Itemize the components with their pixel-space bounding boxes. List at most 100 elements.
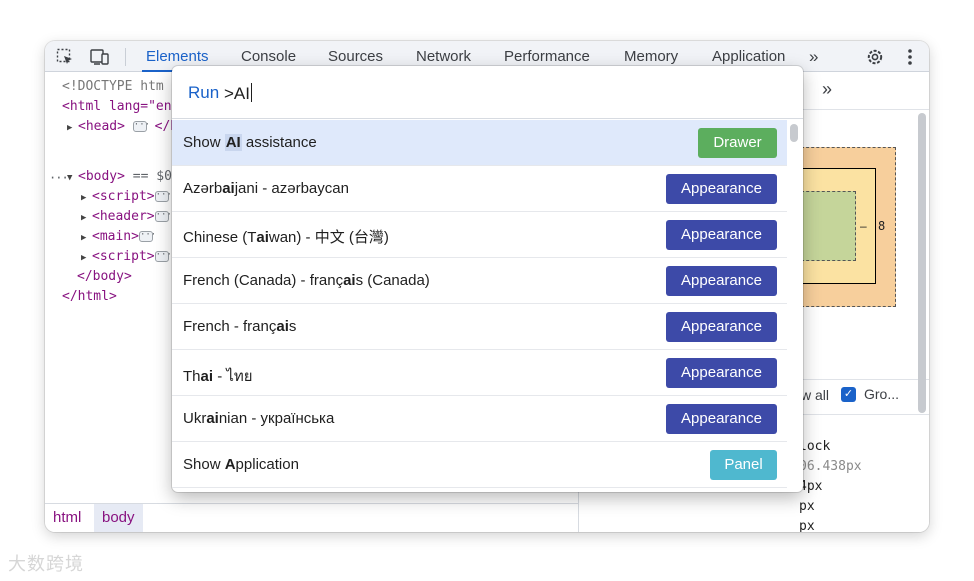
command-item-text: s (Canada) <box>355 272 430 289</box>
command-item-label: Thai - ไทย <box>183 364 253 388</box>
command-item-text: assistance <box>241 134 317 151</box>
command-category-badge: Appearance <box>666 266 777 296</box>
command-item-match: ai <box>200 368 214 385</box>
dom-script-node[interactable]: ▶ <script>··· <box>81 187 172 208</box>
expand-triangle-icon[interactable]: ▶ <box>67 118 78 138</box>
expand-triangle-icon[interactable]: ▶ <box>81 208 92 228</box>
command-menu-item[interactable]: French (Canada) - français (Canada) Appea… <box>172 258 787 304</box>
collapsed-ellipsis-icon[interactable]: ··· <box>132 121 150 132</box>
settings-gear-icon[interactable] <box>865 47 885 67</box>
toolbar-separator <box>125 48 126 66</box>
command-menu: Run >AI Show AI assistance Drawer Azərbaij… <box>172 66 803 492</box>
command-menu-item[interactable]: Show AI assistance Drawer <box>172 120 787 166</box>
expand-triangle-icon[interactable]: ▶ <box>81 228 92 248</box>
collapsed-ellipsis-icon[interactable]: ··· <box>154 211 172 222</box>
breadcrumb: html body <box>45 503 578 532</box>
command-menu-item[interactable]: Ukrainian - українська Appearance <box>172 396 787 442</box>
command-category-badge: Appearance <box>666 404 777 434</box>
dom-html-node[interactable]: <html lang="en <box>62 97 172 117</box>
command-item-text: Show <box>183 134 225 151</box>
command-category-badge: Appearance <box>666 220 777 250</box>
text-caret <box>251 83 252 102</box>
body-tag: <body> <box>78 169 125 184</box>
command-menu-scrollbar[interactable] <box>790 124 798 142</box>
script-tag: <script> <box>92 249 155 264</box>
command-item-text: French - franç <box>183 318 277 335</box>
command-item-label: Show Application <box>183 456 299 473</box>
command-category-badge: Appearance <box>666 174 777 204</box>
command-item-match: ai <box>343 272 356 289</box>
box-model-margin-value[interactable]: 8 <box>878 219 885 233</box>
dom-html-close[interactable]: </html> <box>62 287 117 307</box>
command-item-text: jani - azərbaycan <box>234 180 349 197</box>
computed-value: px <box>799 499 815 514</box>
command-category-badge: Appearance <box>666 358 777 388</box>
inspect-element-icon[interactable] <box>55 47 75 67</box>
more-panes-chevron-icon[interactable]: » <box>822 79 832 100</box>
group-checkbox[interactable]: ✓ <box>841 387 856 402</box>
command-item-text: - ไทย <box>213 368 253 385</box>
more-tabs-chevron-icon[interactable]: » <box>809 47 829 67</box>
dom-header-node[interactable]: ▶ <header>··· <box>81 207 172 228</box>
command-category-badge: Panel <box>710 450 777 480</box>
dom-script-node-2[interactable]: ▶ <script>··· <box>81 247 172 268</box>
computed-value: 06.438px <box>799 459 862 474</box>
command-item-text: pplication <box>235 456 299 473</box>
breadcrumb-body[interactable]: body <box>94 504 143 532</box>
dom-body-close[interactable]: </body> <box>77 267 132 287</box>
command-menu-list: Show AI assistance Drawer Azərbaijani - az… <box>172 120 787 492</box>
command-item-text: nian - українська <box>218 410 335 427</box>
command-prompt-label: Run <box>188 83 220 102</box>
html-open-tag: <html lang="en <box>62 99 172 114</box>
command-item-label: Show AI assistance <box>183 134 317 151</box>
selection-dots-icon[interactable]: ··· <box>49 171 69 185</box>
dom-head-node[interactable]: ▶ <head> ··· </h <box>67 117 178 137</box>
header-tag: <header> <box>92 209 155 224</box>
doctype-text: <!DOCTYPE htm <box>62 79 164 94</box>
expand-triangle-icon[interactable]: ▶ <box>81 188 92 208</box>
selected-node-marker: == $0 <box>124 169 172 184</box>
command-item-match: AI <box>224 134 242 151</box>
command-menu-item[interactable]: Show Application Panel <box>172 442 787 488</box>
group-label[interactable]: Gro... <box>864 386 899 402</box>
head-tag: <head> <box>78 119 125 134</box>
computed-value: px <box>799 519 815 532</box>
computed-value: lock <box>799 439 831 454</box>
box-model-dash: – <box>860 219 867 233</box>
command-menu-item[interactable]: Azərbaijani - azərbaycan Appearance <box>172 166 787 212</box>
script-tag: <script> <box>92 189 155 204</box>
collapse-triangle-icon[interactable]: ▼ <box>67 168 78 188</box>
watermark-logo: 大数跨境 <box>8 554 84 574</box>
expand-triangle-icon[interactable]: ▶ <box>81 248 92 268</box>
command-item-text: Azərb <box>183 180 223 197</box>
collapsed-ellipsis-icon[interactable]: ··· <box>138 231 156 242</box>
show-all-label[interactable]: w all <box>801 387 829 403</box>
command-menu-item[interactable]: Chinese (Taiwan) - 中文 (台灣) Appearance <box>172 212 787 258</box>
device-toolbar-icon[interactable] <box>90 47 110 67</box>
html-close-tag: </html> <box>62 289 117 304</box>
command-menu-item[interactable]: Thai - ไทย Appearance <box>172 350 787 396</box>
command-item-text: Th <box>183 368 201 385</box>
command-query[interactable]: >AI <box>224 83 252 104</box>
breadcrumb-html[interactable]: html <box>45 504 89 532</box>
main-tag: <main> <box>92 229 139 244</box>
command-item-label: French - français <box>183 318 296 335</box>
command-item-text: Chinese (T <box>183 229 257 246</box>
collapsed-ellipsis-icon[interactable]: ··· <box>154 251 172 262</box>
command-item-text: Show <box>183 456 225 473</box>
collapsed-ellipsis-icon[interactable]: ··· <box>154 191 172 202</box>
command-item-match: ai <box>222 180 235 197</box>
dom-main-node[interactable]: ▶ <main>··· <box>81 227 156 248</box>
command-query-text: >AI <box>224 84 250 103</box>
command-item-label: Chinese (Taiwan) - 中文 (台灣) <box>183 226 389 247</box>
styles-scrollbar[interactable] <box>918 113 926 413</box>
command-menu-item[interactable]: French - français Appearance <box>172 304 787 350</box>
command-menu-input[interactable]: Run >AI <box>172 66 803 119</box>
command-item-label: Ukrainian - українська <box>183 410 334 427</box>
dom-body-node[interactable]: ▼ <body> == $0 <box>67 167 172 187</box>
more-options-kebab-icon[interactable] <box>900 47 920 67</box>
command-item-match: ai <box>256 229 269 246</box>
command-item-text: Ukr <box>183 410 207 427</box>
dom-doctype[interactable]: <!DOCTYPE htm <box>62 77 164 97</box>
command-item-match: ai <box>276 318 289 335</box>
